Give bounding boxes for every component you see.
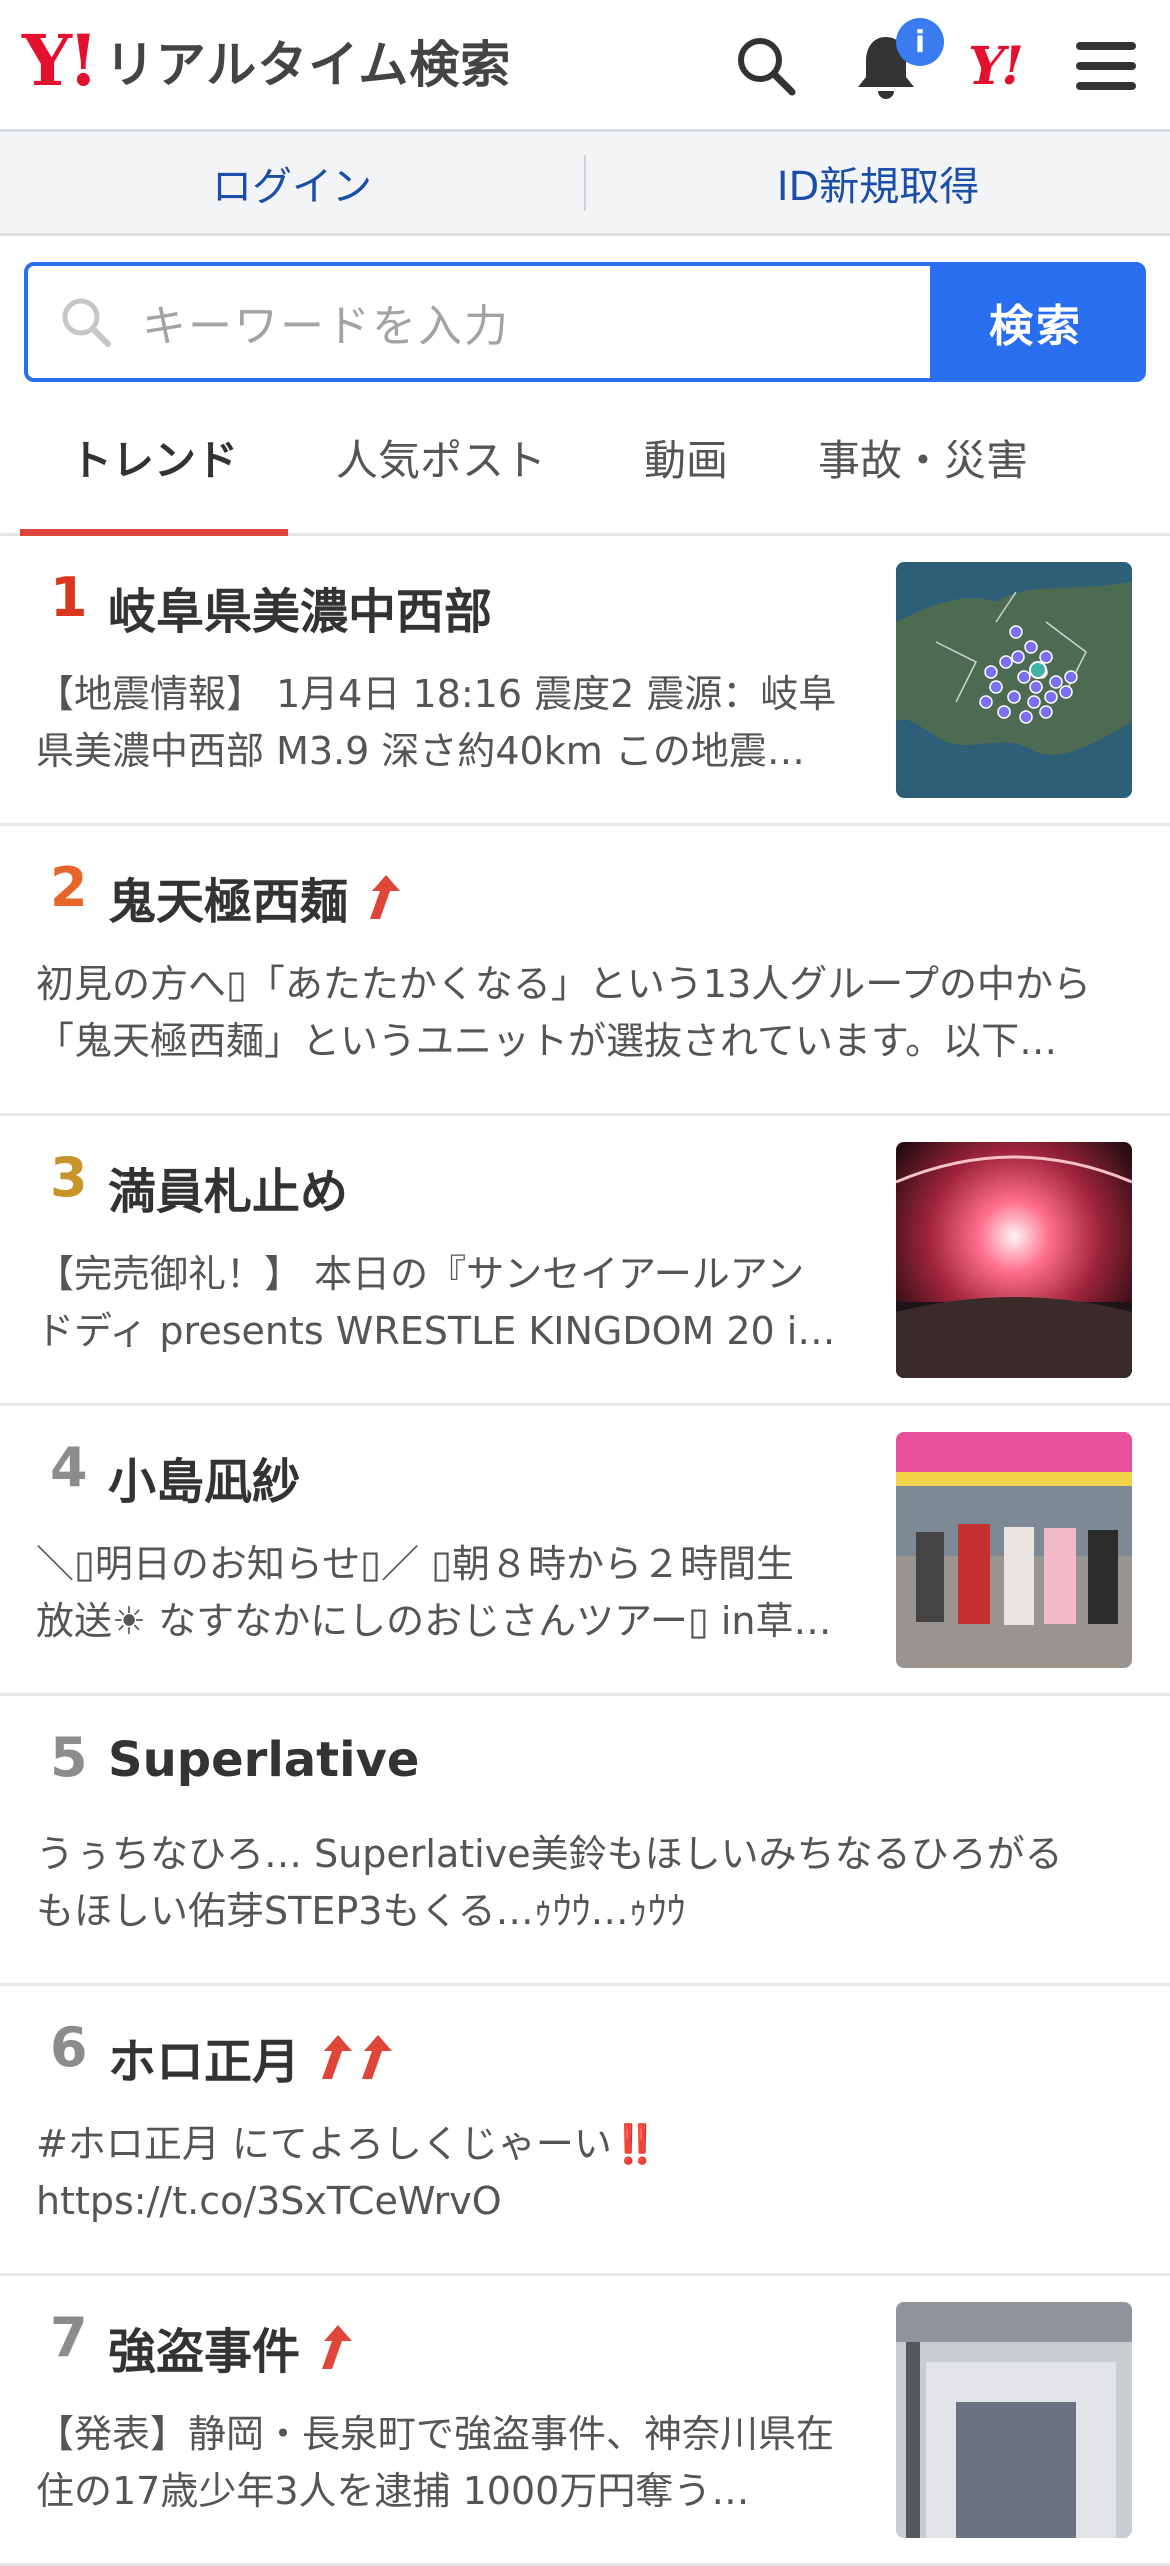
trend-description-line: 【完売御礼！】 本日の『サンセイアールアン	[36, 1252, 805, 1296]
search-icon[interactable]	[730, 30, 802, 102]
app-header: Y! リアルタイム検索 i Y!	[0, 0, 1170, 132]
trend-rank: 5	[50, 1726, 88, 1789]
trend-rank: 6	[50, 2016, 88, 2079]
trend-description-line: ＼▯明日のお知らせ▯／ ▯朝８時から２時間生	[36, 1542, 795, 1586]
trend-item[interactable]: 5 Superlative うぅちなひろ… Superlative美鈴もほしいみちな…	[0, 1696, 1170, 1986]
tab-accidents-disasters[interactable]: 事故・災害	[778, 382, 1068, 533]
trend-rank: 3	[50, 1146, 88, 1209]
trend-thumbnail[interactable]	[896, 1432, 1132, 1668]
trend-title-text: 鬼天極西麺	[108, 874, 349, 930]
yahoo-logo-icon[interactable]: Y!	[968, 36, 1024, 97]
trend-item[interactable]: 7 強盗事件【発表】静岡・長泉町で強盗事件、神奈川県在 住の17歳少年3人を逮捕 1…	[0, 2276, 1170, 2566]
trend-up-arrow-icon	[314, 2033, 394, 2081]
trend-title[interactable]: Superlative	[108, 1732, 419, 1788]
tab-popular-posts[interactable]: 人気ポスト	[288, 382, 594, 533]
trend-title-text: 岐阜県美濃中西部	[108, 584, 493, 640]
trend-description-line: 【地震情報】 1月4日 18:16 震度2 震源：岐阜	[36, 672, 837, 716]
trend-thumbnail[interactable]	[896, 1142, 1132, 1378]
search-button[interactable]: 検索	[930, 266, 1142, 378]
notification-badge[interactable]: i	[896, 18, 944, 66]
trend-title[interactable]: 強盗事件	[108, 2312, 354, 2382]
trend-title[interactable]: ホロ正月	[108, 2022, 394, 2092]
trend-title[interactable]: 小島凪紗	[108, 1442, 300, 1512]
trend-title[interactable]: 満員札止め	[108, 1152, 348, 1222]
trend-description: #ホロ正月 にてよろしくじゃーい‼️ https://t.co/3SxTCeWrv…	[36, 2116, 1126, 2230]
trend-item[interactable]: 3 満員札止め【完売御礼！】 本日の『サンセイアールアン ドディ presents …	[0, 1116, 1170, 1406]
trend-title-text: 小島凪紗	[108, 1454, 301, 1510]
trend-item[interactable]: 4 小島凪紗 ＼▯明日のお知らせ▯／ ▯朝８時から２時間生 放送☀ なすなかにしのおじ…	[0, 1406, 1170, 1696]
trend-description: 【発表】静岡・長泉町で強盗事件、神奈川県在 住の17歳少年3人を逮捕 1000万円…	[36, 2406, 866, 2520]
trend-item[interactable]: 6 ホロ正月 #ホロ正月 にてよろしくじゃーい‼️ https://t.co/3SxT…	[0, 1986, 1170, 2276]
trend-description-line: うぅちなひろ… Superlative美鈴もほしいみちなるひろがる	[36, 1832, 1063, 1876]
trend-item[interactable]: 1 岐阜県美濃中西部【地震情報】 1月4日 18:16 震度2 震源：岐阜 県美濃中…	[0, 536, 1170, 826]
trend-description-line: #ホロ正月 にてよろしくじゃーい‼️	[36, 2122, 660, 2166]
trend-title-text: 満員札止め	[108, 1164, 349, 1220]
trend-title[interactable]: 岐阜県美濃中西部	[108, 572, 492, 642]
tab-trend[interactable]: トレンド	[20, 382, 288, 536]
search-section: キーワードを入力 検索	[0, 236, 1170, 382]
trend-description-line: 初見の方へ▯「あたたかくなる」という13人グループの中から	[36, 962, 1091, 1006]
trend-description-line: もほしい佑芽STEP3もくる…ｩｳｳ…ｩｳｳ	[36, 1889, 686, 1933]
trend-up-arrow-icon	[314, 2323, 354, 2371]
trend-list: 1 岐阜県美濃中西部【地震情報】 1月4日 18:16 震度2 震源：岐阜 県美濃中…	[0, 536, 1170, 2566]
trend-description-line: https://t.co/3SxTCeWrvO	[36, 2179, 502, 2223]
login-link[interactable]: ログイン	[0, 154, 584, 212]
menu-icon[interactable]	[1070, 30, 1142, 102]
trend-item[interactable]: 2 鬼天極西麺初見の方へ▯「あたたかくなる」という13人グループの中から 「鬼天極西…	[0, 826, 1170, 1116]
category-tabs: トレンド 人気ポスト 動画 事故・災害	[0, 382, 1170, 536]
trend-description-line: 【発表】静岡・長泉町で強盗事件、神奈川県在	[36, 2412, 835, 2456]
trend-rank: 7	[50, 2306, 88, 2369]
trend-title-text: Superlative	[108, 1732, 420, 1788]
trend-up-arrow-icon	[362, 873, 402, 921]
yahoo-logo-mark: Y!	[22, 19, 99, 102]
search-placeholder: キーワードを入力	[142, 301, 510, 352]
search-input[interactable]: キーワードを入力	[28, 266, 930, 378]
trend-rank: 2	[50, 856, 88, 919]
logo-title: リアルタイム検索	[104, 36, 512, 94]
trend-thumbnail[interactable]	[896, 2302, 1132, 2538]
trend-thumbnail[interactable]	[896, 562, 1132, 798]
trend-description: うぅちなひろ… Superlative美鈴もほしいみちなるひろがる もほしい佑芽S…	[36, 1826, 1126, 1940]
trend-title-text: ホロ正月	[108, 2034, 301, 2090]
trend-description: 初見の方へ▯「あたたかくなる」という13人グループの中から 「鬼天極西麺」というユ…	[36, 956, 1126, 1070]
trend-description: 【地震情報】 1月4日 18:16 震度2 震源：岐阜 県美濃中西部 M3.9 深…	[36, 666, 866, 780]
trend-description-line: 「鬼天極西麺」というユニットが選抜されています。以下…	[36, 1019, 1058, 1063]
auth-bar: ログイン ID新規取得	[0, 132, 1170, 236]
register-link[interactable]: ID新規取得	[586, 154, 1170, 212]
tab-videos[interactable]: 動画	[594, 382, 778, 533]
search-form: キーワードを入力 検索	[24, 262, 1146, 382]
trend-description-line: ドディ presents WRESTLE KINGDOM 20 i…	[36, 1309, 836, 1353]
trend-description-line: 放送☀ なすなかにしのおじさんツアー▯ in草…	[36, 1599, 832, 1643]
trend-rank: 4	[50, 1436, 88, 1499]
trend-rank: 1	[50, 566, 88, 629]
yahoo-realtime-logo[interactable]: Y! リアルタイム検索	[22, 26, 511, 96]
trend-title[interactable]: 鬼天極西麺	[108, 862, 402, 932]
trend-description: 【完売御礼！】 本日の『サンセイアールアン ドディ presents WRESTL…	[36, 1246, 866, 1360]
trend-description-line: 住の17歳少年3人を逮捕 1000万円奪う…	[36, 2469, 750, 2513]
trend-description-line: 県美濃中西部 M3.9 深さ約40km この地震…	[36, 729, 805, 773]
search-field-icon	[62, 298, 111, 347]
trend-description: ＼▯明日のお知らせ▯／ ▯朝８時から２時間生 放送☀ なすなかにしのおじさんツアー…	[36, 1536, 866, 1650]
trend-title-text: 強盗事件	[108, 2324, 301, 2380]
